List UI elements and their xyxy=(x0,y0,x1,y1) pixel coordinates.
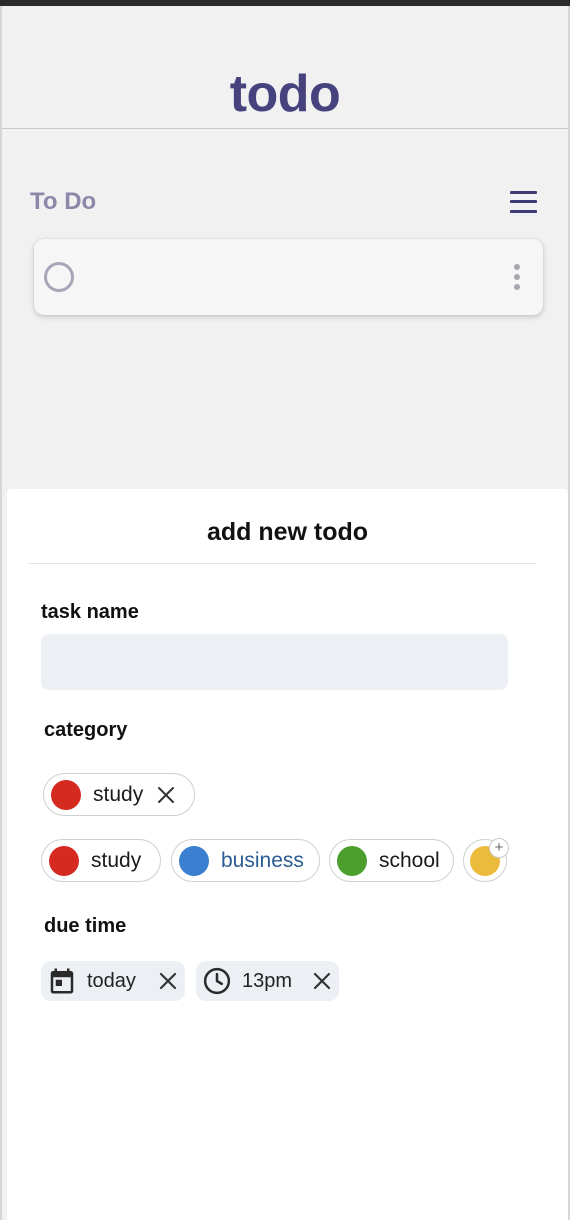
more-options-icon[interactable] xyxy=(509,261,525,293)
selected-category-chip[interactable]: study xyxy=(43,773,195,816)
category-color-dot xyxy=(179,845,209,876)
selected-category-label: study xyxy=(93,782,144,806)
task-name-label: task name xyxy=(41,601,139,623)
category-label: category xyxy=(44,719,128,741)
app-title: todo xyxy=(229,65,341,123)
category-color-dot xyxy=(337,845,367,876)
due-time-label: due time xyxy=(44,915,127,937)
todo-item[interactable] xyxy=(34,239,543,315)
category-option-school[interactable]: school xyxy=(329,839,454,882)
category-color-dot xyxy=(51,779,81,810)
calendar-icon xyxy=(50,968,74,994)
add-category-button[interactable]: + xyxy=(463,838,509,882)
category-option-study[interactable]: study xyxy=(41,839,161,882)
clock-icon xyxy=(203,967,231,995)
sheet-divider xyxy=(28,563,536,564)
category-option-label: study xyxy=(91,848,142,872)
close-icon[interactable] xyxy=(312,971,332,991)
category-color-dot xyxy=(49,845,79,876)
due-date-label: today xyxy=(87,969,136,992)
close-icon[interactable] xyxy=(158,971,178,991)
window-left-edge xyxy=(0,6,2,1220)
category-option-label: business xyxy=(221,848,304,872)
app-header: todo xyxy=(2,6,568,129)
plus-icon: + xyxy=(489,838,509,858)
close-icon[interactable] xyxy=(157,786,175,804)
due-time-value: 13pm xyxy=(242,969,293,992)
add-todo-sheet: add new todo task name category study st… xyxy=(7,489,568,1220)
due-time-chip[interactable]: 13pm xyxy=(196,961,339,1001)
list-title: To Do xyxy=(30,188,97,215)
task-name-input[interactable] xyxy=(41,634,508,690)
category-option-business[interactable]: business xyxy=(171,839,320,882)
todo-checkbox[interactable] xyxy=(44,262,74,292)
hamburger-menu-icon[interactable] xyxy=(509,189,539,215)
due-date-chip[interactable]: today xyxy=(41,961,185,1001)
category-option-label: school xyxy=(379,848,440,872)
sheet-title: add new todo xyxy=(206,518,369,546)
